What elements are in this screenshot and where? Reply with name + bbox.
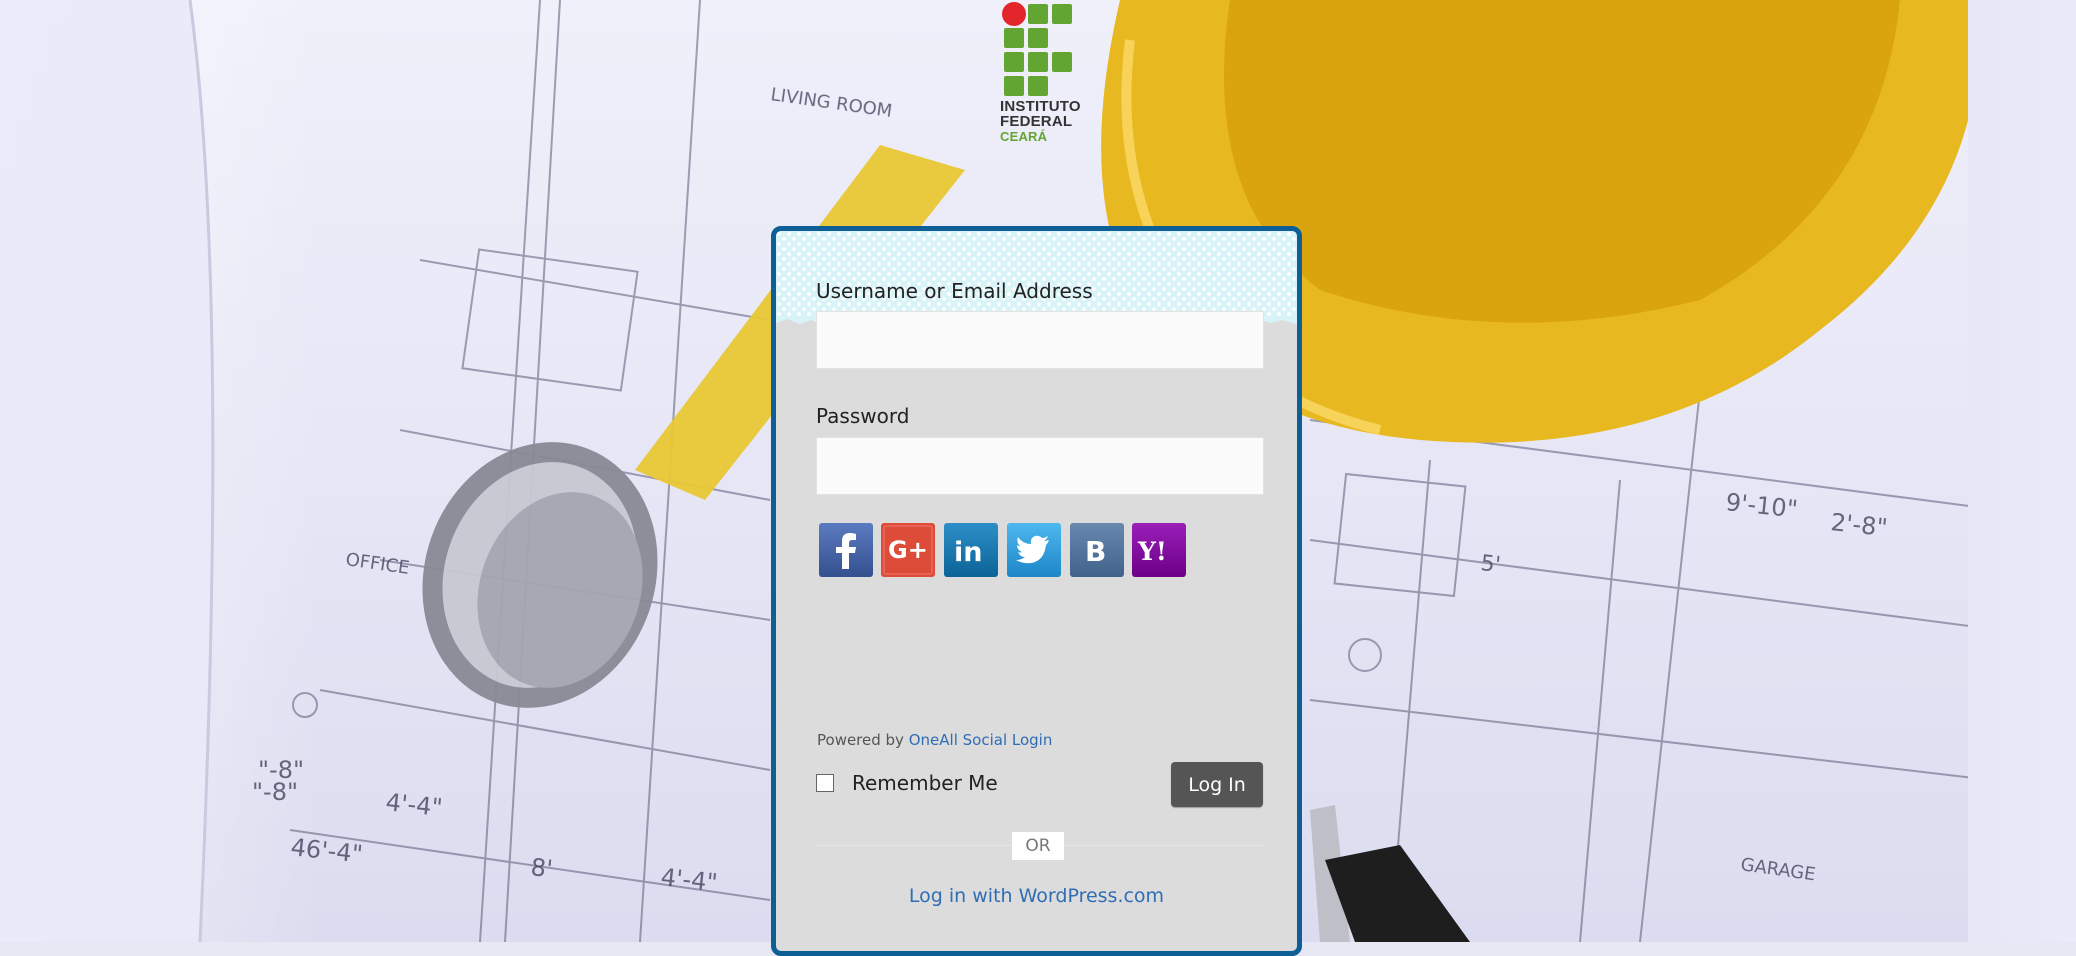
svg-text:in: in (954, 537, 982, 568)
username-input[interactable] (816, 311, 1264, 369)
yahoo-login-button[interactable]: Y! (1132, 523, 1186, 577)
ifce-logo: INSTITUTO FEDERAL CEARÁ (998, 2, 1088, 152)
oneall-link[interactable]: OneAll Social Login (909, 731, 1053, 749)
svg-text:G+: G+ (888, 536, 928, 564)
google-plus-icon: G+ (881, 523, 935, 577)
password-input[interactable] (816, 437, 1264, 495)
logo-text-instituto: INSTITUTO (1000, 98, 1081, 115)
password-label: Password (816, 404, 910, 428)
wordpress-login-link[interactable]: Log in with WordPress.com (776, 885, 1297, 907)
svg-text:LIVING ROOM: LIVING ROOM (769, 84, 893, 122)
facebook-login-button[interactable] (819, 523, 873, 577)
svg-text:"-8": "-8" (252, 778, 298, 806)
login-button[interactable]: Log In (1171, 762, 1263, 807)
twitter-icon (1007, 523, 1061, 577)
twitter-login-button[interactable] (1007, 523, 1061, 577)
svg-text:2'-8": 2'-8" (1829, 508, 1888, 542)
logo-mark-icon (1002, 2, 1072, 96)
svg-text:4'-4": 4'-4" (384, 788, 443, 822)
svg-text:B: B (1085, 535, 1106, 568)
remember-me-label[interactable]: Remember Me (852, 771, 998, 795)
login-form: Username or Email Address Password G+ in (771, 226, 1302, 956)
vkontakte-login-button[interactable]: B (1070, 523, 1124, 577)
powered-by-prefix: Powered by (817, 731, 904, 749)
svg-text:Y!: Y! (1137, 537, 1167, 566)
remember-me-checkbox[interactable] (816, 774, 834, 792)
svg-text:5': 5' (1479, 551, 1502, 578)
yahoo-icon: Y! (1132, 523, 1186, 577)
facebook-icon (819, 523, 873, 577)
remember-me: Remember Me (816, 768, 998, 798)
svg-text:8': 8' (529, 853, 554, 883)
background-right-edge (1968, 0, 2076, 942)
svg-text:9'-10": 9'-10" (1724, 488, 1799, 523)
hammer (1310, 805, 1470, 942)
svg-text:OFFICE: OFFICE (344, 549, 410, 579)
google-plus-login-button[interactable]: G+ (881, 523, 935, 577)
logo-text-ceara: CEARÁ (1000, 129, 1048, 144)
svg-text:GARAGE: GARAGE (1739, 854, 1817, 885)
powered-by-text: Powered by OneAll Social Login (817, 731, 1052, 749)
vkontakte-icon: B (1070, 523, 1124, 577)
svg-text:4'-4": 4'-4" (659, 863, 718, 897)
username-label: Username or Email Address (816, 279, 1093, 303)
linkedin-login-button[interactable]: in (944, 523, 998, 577)
logo-text-federal: FEDERAL (1000, 113, 1073, 130)
or-divider-label: OR (1012, 832, 1064, 860)
linkedin-icon: in (944, 523, 998, 577)
